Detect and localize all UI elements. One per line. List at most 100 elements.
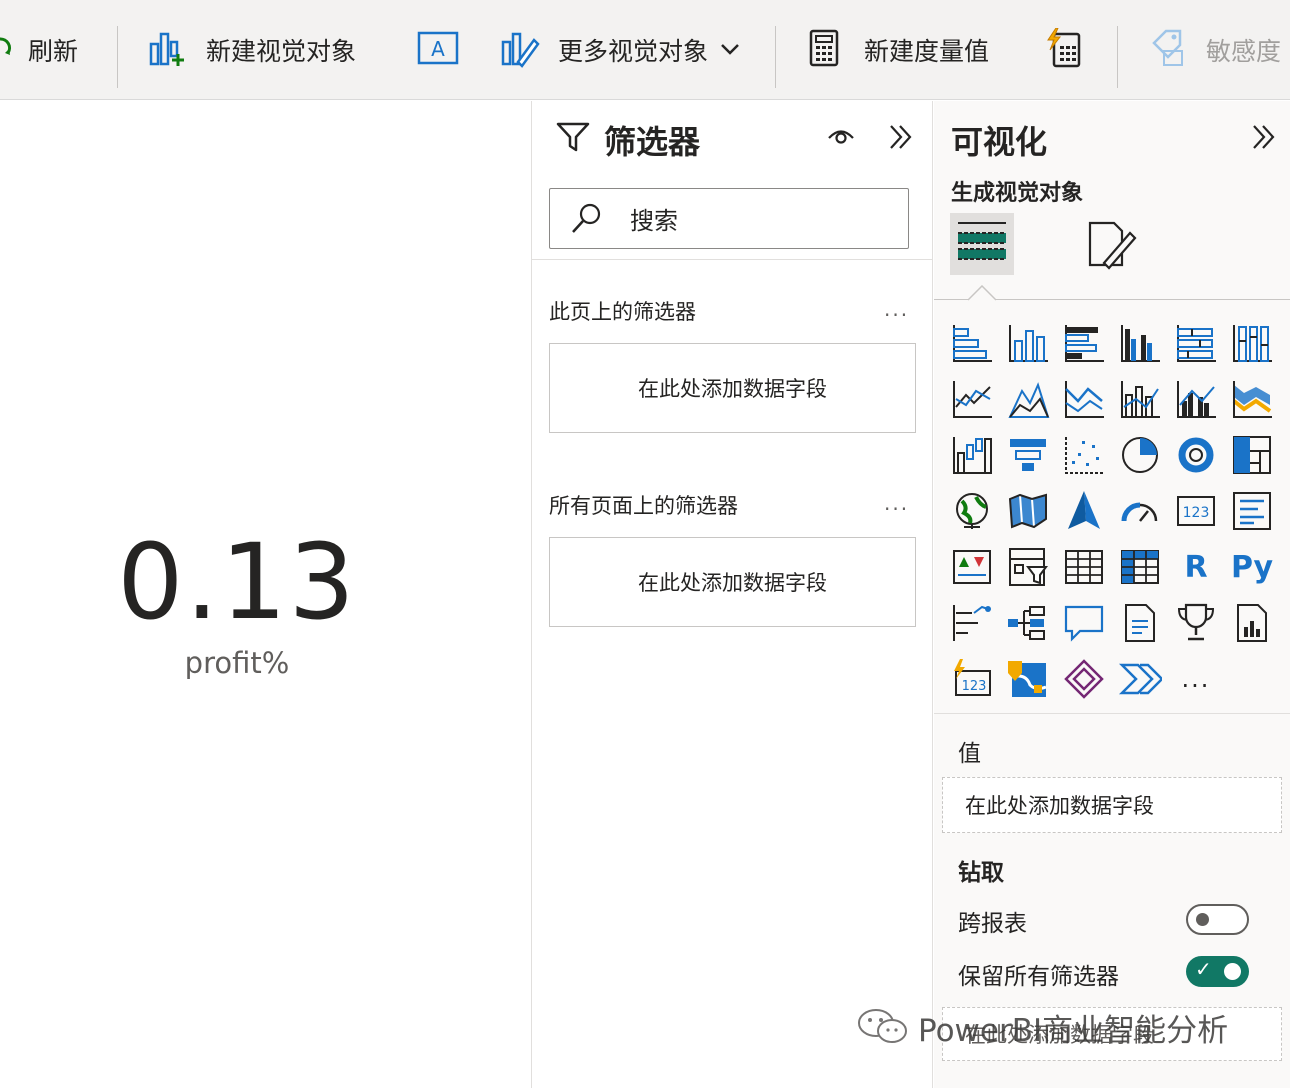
line-and-stacked-column-chart-icon[interactable] [1118, 377, 1162, 421]
watermark: PowerBI商业智能分析 [856, 1005, 1228, 1050]
table-icon[interactable] [1062, 545, 1106, 589]
r-script-visual-button[interactable]: R [1174, 545, 1218, 589]
smart-narrative-icon[interactable] [1118, 601, 1162, 645]
filled-map-icon[interactable] [1006, 489, 1050, 533]
card-icon[interactable]: 123 [1174, 489, 1218, 533]
new-visual-button[interactable]: 新建视觉对象 [148, 0, 356, 100]
filters-pane: 筛选器 搜索 此页上的筛选器 ... 在此处添加数据字段 所有页面上的筛选器 .… [531, 101, 933, 1088]
more-visuals-gallery-button[interactable]: ... [1174, 657, 1218, 701]
new-visual-icon [148, 28, 188, 72]
gauge-icon[interactable] [1118, 489, 1162, 533]
qa-icon[interactable] [1062, 601, 1106, 645]
this-page-filter-well[interactable]: 在此处添加数据字段 [549, 343, 916, 433]
eye-icon[interactable] [826, 125, 856, 151]
this-page-filters-title: 此页上的筛选器 [549, 300, 696, 324]
clustered-column-chart-icon[interactable] [1118, 321, 1162, 365]
sensitivity-button[interactable]: 敏感度 [1150, 0, 1281, 100]
new-measure-button[interactable]: 新建度量值 [808, 0, 989, 100]
filters-divider [532, 259, 933, 260]
ribbon-divider [117, 26, 118, 88]
watermark-text: PowerBI商业智能分析 [918, 1013, 1229, 1049]
arcgis-map-icon[interactable] [1006, 657, 1050, 701]
more-visuals-label: 更多视觉对象 [558, 37, 709, 66]
all-pages-filters-title: 所有页面上的筛选器 [549, 494, 738, 518]
kpi-icon[interactable] [950, 545, 994, 589]
search-placeholder: 搜索 [630, 207, 678, 235]
donut-chart-icon[interactable] [1174, 433, 1218, 477]
filters-title: 筛选器 [604, 123, 701, 161]
report-canvas[interactable]: 0.13 profit% [0, 101, 531, 1088]
cross-report-label: 跨报表 [958, 911, 1027, 937]
card-label: profit% [184, 646, 290, 680]
sensitivity-label: 敏感度 [1206, 37, 1282, 66]
power-automate-icon[interactable] [1118, 657, 1164, 701]
fields-grid-icon [956, 221, 1008, 271]
100-stacked-column-chart-icon[interactable] [1230, 321, 1274, 365]
decomposition-tree-icon[interactable] [1006, 601, 1050, 645]
search-icon [570, 201, 604, 239]
100-stacked-bar-chart-icon[interactable] [1174, 321, 1218, 365]
text-box-icon: A [417, 31, 459, 69]
collapse-filters-icon[interactable] [887, 123, 915, 155]
cross-report-toggle[interactable] [1186, 904, 1249, 935]
new-visual-label: 新建视觉对象 [206, 37, 357, 66]
scatter-chart-icon[interactable] [1062, 433, 1106, 477]
all-pages-more-button[interactable]: ... [884, 491, 909, 515]
refresh-button[interactable]: 刷新 [0, 0, 78, 100]
tab-indicator-icon [967, 284, 997, 305]
svg-text:123: 123 [962, 679, 987, 694]
visualizations-title: 可视化 [951, 123, 1048, 161]
calculator-icon [808, 29, 840, 71]
pie-chart-icon[interactable] [1118, 433, 1162, 477]
funnel-chart-icon[interactable] [1006, 433, 1050, 477]
svg-text:A: A [431, 37, 445, 61]
matrix-icon[interactable] [1118, 545, 1162, 589]
slicer-icon[interactable] [1006, 545, 1050, 589]
values-label: 值 [958, 741, 981, 767]
keep-all-filters-label: 保留所有筛选器 [958, 964, 1119, 990]
sensitivity-icon [1150, 29, 1186, 71]
stacked-bar-chart-icon[interactable] [950, 321, 994, 365]
clustered-bar-chart-icon[interactable] [1062, 321, 1106, 365]
powerapps-card-icon[interactable]: 123 [950, 657, 994, 701]
stacked-area-chart-icon[interactable] [1062, 377, 1106, 421]
line-chart-icon[interactable] [950, 377, 994, 421]
python-visual-button[interactable]: Py [1230, 545, 1274, 589]
more-visuals-icon [500, 28, 540, 72]
drillthrough-label: 钻取 [958, 860, 1004, 886]
refresh-icon [0, 33, 14, 67]
more-visuals-button[interactable]: 更多视觉对象 [500, 0, 740, 100]
paginated-report-icon[interactable] [1230, 601, 1274, 645]
goals-icon[interactable] [1174, 601, 1218, 645]
ribbon-divider [775, 26, 776, 88]
checkmark-icon: ✓ [1195, 957, 1212, 981]
power-apps-icon[interactable] [1062, 657, 1106, 701]
wechat-logo-icon [856, 1006, 910, 1050]
all-pages-filter-well[interactable]: 在此处添加数据字段 [549, 537, 916, 627]
format-visual-icon[interactable] [1086, 219, 1138, 275]
svg-text:123: 123 [1183, 505, 1210, 521]
build-visual-subtitle: 生成视觉对象 [951, 181, 1084, 206]
multi-row-card-icon[interactable] [1230, 489, 1274, 533]
line-and-clustered-column-chart-icon[interactable] [1174, 377, 1218, 421]
treemap-icon[interactable] [1230, 433, 1274, 477]
toggle-knob [1196, 913, 1209, 926]
text-box-button[interactable]: A [417, 0, 459, 100]
map-icon[interactable] [950, 489, 994, 533]
key-influencers-icon[interactable] [950, 601, 994, 645]
chevron-down-icon [720, 41, 740, 60]
azure-map-icon[interactable] [1062, 489, 1106, 533]
values-well[interactable]: 在此处添加数据字段 [942, 777, 1282, 833]
viz-fields-divider [934, 713, 1290, 714]
this-page-more-button[interactable]: ... [884, 297, 909, 321]
keep-all-filters-toggle[interactable]: ✓ [1186, 956, 1249, 987]
filter-search-input[interactable]: 搜索 [549, 188, 909, 249]
build-visual-tab[interactable] [950, 213, 1014, 275]
quick-measure-button[interactable] [1046, 0, 1082, 100]
stacked-column-chart-icon[interactable] [1006, 321, 1050, 365]
waterfall-chart-icon[interactable] [950, 433, 994, 477]
toggle-knob [1224, 963, 1241, 980]
area-chart-icon[interactable] [1006, 377, 1050, 421]
collapse-visualizations-icon[interactable] [1250, 123, 1278, 155]
ribbon-chart-icon[interactable] [1230, 377, 1274, 421]
